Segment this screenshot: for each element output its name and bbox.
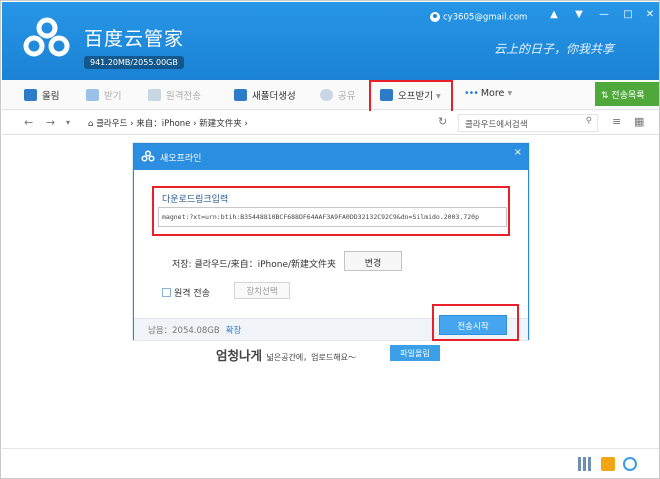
change-path-button[interactable]: 변경	[344, 251, 402, 271]
checkbox[interactable]	[162, 288, 171, 297]
account-email: cy3605@gmail.com	[443, 12, 528, 23]
grid-view-icon[interactable]: ▦	[634, 115, 644, 128]
breadcrumb-folder[interactable]: 新建文件夹	[199, 119, 242, 129]
expand-link[interactable]: 확장	[226, 326, 242, 336]
menu-icon[interactable]: ▼	[571, 9, 587, 20]
more-button[interactable]: ••• More ▾	[464, 88, 512, 99]
feedback-icon[interactable]	[623, 457, 637, 471]
remote-icon	[148, 89, 161, 101]
skin-icon[interactable]: ▲	[546, 9, 562, 20]
upload-button[interactable]: 올림	[24, 88, 59, 102]
select-device-button[interactable]: 장치선택	[234, 282, 290, 299]
remaining-space: 남음：2054.08GB 확장	[148, 326, 242, 336]
breadcrumb-iphone[interactable]: 来自：iPhone	[136, 119, 190, 129]
upload-icon	[24, 89, 37, 101]
save-path-row: 저장: 클라우드/来自：iPhone/新建文件夹	[172, 260, 337, 270]
app-title: 百度云管家	[84, 28, 185, 50]
dialog-logo-icon	[141, 150, 155, 162]
notice-icon[interactable]	[601, 457, 615, 471]
search-input[interactable]: 클라우드에서검색 ⚲	[458, 114, 598, 132]
slogan: 云上的日子，你我共享	[494, 42, 615, 56]
search-icon[interactable]: ⚲	[586, 116, 592, 126]
remote-transfer-checkbox[interactable]: 원격 전송	[162, 286, 210, 299]
title-bar: 百度云管家 941.20MB/2055.00GB cy3605@gmail.co…	[2, 2, 659, 80]
empty-message: 엄청나게 넓은공간에，업로드해요～	[216, 348, 356, 363]
transfer-list-button[interactable]: ⇅ 전송목록	[595, 82, 659, 106]
remote-transfer-button[interactable]: 원격전송	[148, 88, 201, 102]
home-icon: ⌂	[88, 119, 94, 129]
close-icon[interactable]: ✕	[642, 9, 658, 20]
new-folder-button[interactable]: 새폴더생성	[234, 88, 296, 102]
start-button-highlight	[432, 304, 519, 341]
upload-file-button[interactable]: 파일올림	[390, 345, 440, 361]
dialog-header: 새오프라인 ×	[134, 144, 528, 170]
download-button[interactable]: 받기	[86, 88, 121, 102]
baidu-cloud-logo-icon	[23, 17, 70, 57]
share-button[interactable]: 공유	[320, 88, 355, 102]
breadcrumb: ⌂ 클라우드 › 来自：iPhone › 新建文件夹 ›	[88, 119, 248, 129]
download-icon	[86, 89, 99, 101]
status-bar	[2, 448, 659, 478]
user-icon	[430, 12, 440, 22]
dots-icon: •••	[464, 88, 479, 99]
refresh-icon[interactable]: ↻	[438, 115, 447, 128]
link-input-highlight	[152, 186, 510, 236]
maximize-icon[interactable]: □	[620, 9, 636, 20]
new-folder-icon	[234, 89, 247, 101]
breadcrumb-root[interactable]: 클라우드	[96, 119, 127, 129]
forward-arrow-icon[interactable]: →	[46, 116, 55, 129]
quota-badge: 941.20MB/2055.00GB	[84, 56, 184, 69]
back-arrow-icon[interactable]: ←	[24, 116, 33, 129]
app-window: 百度云管家 941.20MB/2055.00GB cy3605@gmail.co…	[0, 0, 660, 479]
apps-grid-icon[interactable]	[578, 457, 592, 471]
dialog-title: 새오프라인	[160, 154, 202, 164]
offline-highlight	[369, 80, 453, 113]
save-path: 클라우드/来自：iPhone/新建文件夹	[194, 260, 337, 270]
history-dropdown-icon[interactable]: ▾	[66, 118, 70, 127]
dialog-close-icon[interactable]: ×	[514, 147, 522, 158]
share-icon	[320, 89, 333, 101]
sort-icon[interactable]: ≡	[612, 115, 621, 128]
account-info[interactable]: cy3605@gmail.com	[430, 12, 527, 23]
toolbar: 올림 받기 원격전송 새폴더생성 공유 오프받기 ▾ ••• More ▾	[2, 80, 659, 110]
address-bar: ← → ▾ ⌂ 클라우드 › 来自：iPhone › 新建文件夹 › ↻ 클라우…	[2, 111, 659, 135]
minimize-icon[interactable]: —	[596, 9, 612, 20]
transfer-icon: ⇅	[601, 91, 609, 101]
